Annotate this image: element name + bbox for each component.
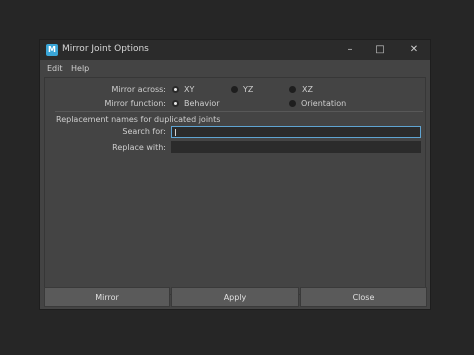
replace-with-input[interactable]: [171, 141, 421, 153]
menu-edit[interactable]: Edit: [47, 64, 63, 73]
mirror-button[interactable]: Mirror: [44, 287, 170, 307]
radio-function-behavior[interactable]: [172, 100, 179, 107]
maximize-icon[interactable]: □: [373, 43, 387, 57]
options-panel: Mirror across: XY YZ XZ Mirror function:…: [44, 77, 426, 295]
close-icon[interactable]: ✕: [407, 43, 421, 57]
radio-function-orientation[interactable]: [289, 100, 296, 107]
menu-help[interactable]: Help: [71, 64, 89, 73]
search-for-input[interactable]: [171, 126, 421, 138]
radio-mirror-xz-label: XZ: [302, 85, 313, 94]
text-caret: [175, 129, 176, 136]
mirror-across-label: Mirror across:: [111, 85, 166, 94]
window-title: Mirror Joint Options: [62, 44, 149, 54]
radio-mirror-yz[interactable]: [231, 86, 238, 93]
title-bar[interactable]: M Mirror Joint Options – □ ✕: [40, 40, 430, 60]
mirror-function-label: Mirror function:: [104, 99, 167, 108]
radio-mirror-yz-label: YZ: [243, 85, 254, 94]
menu-bar: Edit Help: [40, 61, 430, 75]
minimize-icon[interactable]: –: [343, 43, 357, 57]
radio-mirror-xy[interactable]: [172, 86, 179, 93]
apply-button[interactable]: Apply: [171, 287, 299, 307]
radio-mirror-xz[interactable]: [289, 86, 296, 93]
maya-app-icon: M: [46, 44, 58, 56]
replace-with-label: Replace with:: [112, 143, 166, 152]
replacement-section-label: Replacement names for duplicated joints: [56, 115, 221, 124]
search-for-label: Search for:: [122, 127, 166, 136]
mirror-joint-options-dialog: M Mirror Joint Options – □ ✕ Edit Help M…: [39, 39, 431, 310]
section-divider: [55, 111, 423, 112]
radio-function-orientation-label: Orientation: [301, 99, 347, 108]
close-button[interactable]: Close: [300, 287, 427, 307]
radio-function-behavior-label: Behavior: [184, 99, 220, 108]
radio-mirror-xy-label: XY: [184, 85, 195, 94]
